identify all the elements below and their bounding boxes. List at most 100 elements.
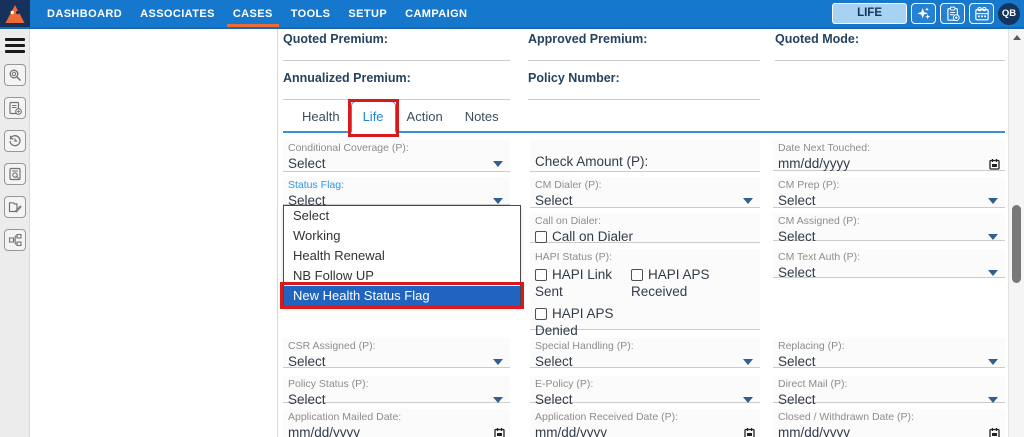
call-on-dialer-option[interactable]: Call on Dialer	[535, 228, 755, 245]
app-logo[interactable]	[0, 0, 30, 27]
field-status-flag[interactable]: Status Flag: Select	[283, 177, 510, 205]
field-policy-status[interactable]: Policy Status (P): Select	[283, 376, 510, 403]
chevron-down-icon[interactable]	[743, 397, 753, 403]
field-check-amount[interactable]: Check Amount (P):	[530, 140, 760, 172]
nav-item-campaign[interactable]: CAMPAIGN	[396, 0, 476, 27]
chevron-down-icon[interactable]	[493, 198, 503, 204]
checkbox[interactable]	[535, 308, 547, 320]
scrollbar-thumb[interactable]	[1012, 205, 1021, 283]
field-application-received-date[interactable]: Application Received Date (P): mm/dd/yyy…	[530, 409, 760, 437]
chevron-down-icon[interactable]	[988, 397, 998, 403]
field-label: Check Amount (P):	[535, 154, 648, 170]
chevron-down-icon[interactable]	[743, 359, 753, 365]
field-cm-assigned[interactable]: CM Assigned (P): Select	[773, 213, 1005, 241]
field-label: Application Received Date (P):	[535, 411, 755, 424]
nav-item-dashboard[interactable]: DASHBOARD	[38, 0, 131, 27]
chevron-down-icon[interactable]	[988, 234, 998, 240]
field-label: Quoted Premium:	[283, 32, 510, 46]
field-conditional-coverage[interactable]: Conditional Coverage (P): Select	[283, 140, 510, 172]
hapi-link-sent-option[interactable]: HAPI Link Sent	[535, 266, 623, 300]
add-document-button[interactable]	[4, 97, 26, 119]
calendar-button[interactable]	[969, 3, 994, 24]
nav-menu: DASHBOARD ASSOCIATES CASES TOOLS SETUP C…	[38, 0, 476, 27]
field-cm-prep[interactable]: CM Prep (P): Select	[773, 177, 1005, 208]
chevron-down-icon[interactable]	[493, 359, 503, 365]
field-label: E-Policy (P):	[535, 378, 755, 391]
calendar-picker-icon[interactable]	[744, 427, 755, 437]
chevron-down-icon[interactable]	[743, 198, 753, 204]
hapi-aps-denied-option[interactable]: HAPI APS Denied	[535, 305, 623, 339]
select-value: Select	[778, 229, 816, 245]
dropdown-option-select[interactable]: Select	[284, 206, 520, 226]
select-value: Select	[778, 265, 816, 281]
field-quoted-premium[interactable]: Quoted Premium:	[283, 30, 510, 61]
field-label: CM Text Auth (P):	[778, 251, 1000, 264]
tab-life-label: Life	[363, 109, 384, 124]
field-direct-mail[interactable]: Direct Mail (P): Select	[773, 376, 1005, 403]
field-label: Application Mailed Date:	[288, 411, 505, 424]
field-policy-number[interactable]: Policy Number:	[528, 69, 760, 100]
tab-notes[interactable]: Notes	[454, 102, 510, 131]
field-cm-text-auth[interactable]: CM Text Auth (P): Select	[773, 249, 1005, 278]
chevron-down-icon[interactable]	[493, 397, 503, 403]
new-note-button[interactable]	[940, 3, 965, 24]
chevron-down-icon[interactable]	[988, 198, 998, 204]
field-label: Special Handling (P):	[535, 340, 755, 353]
calendar-picker-icon[interactable]	[989, 158, 1000, 170]
calendar-picker-icon[interactable]	[494, 427, 505, 437]
field-label: Call on Dialer:	[535, 215, 755, 228]
nav-item-associates[interactable]: ASSOCIATES	[131, 0, 224, 27]
field-label: Direct Mail (P):	[778, 378, 1000, 391]
dropdown-option-new-health-status-flag[interactable]: New Health Status Flag	[284, 286, 520, 306]
checkbox[interactable]	[535, 231, 547, 243]
select-value: Select	[288, 354, 326, 370]
tab-health[interactable]: Health	[291, 102, 351, 131]
chevron-down-icon[interactable]	[988, 359, 998, 365]
field-cm-dialer[interactable]: CM Dialer (P): Select	[530, 177, 760, 208]
life-button[interactable]: LIFE	[832, 3, 907, 24]
file-edit-button[interactable]	[4, 196, 26, 218]
field-e-policy[interactable]: E-Policy (P): Select	[530, 376, 760, 403]
nav-item-cases-label: CASES	[233, 8, 273, 20]
chevron-down-icon[interactable]	[493, 161, 503, 167]
field-csr-assigned[interactable]: CSR Assigned (P): Select	[283, 338, 510, 368]
field-quoted-mode[interactable]: Quoted Mode:	[775, 30, 1005, 61]
field-hapi-status[interactable]: HAPI Status (P): HAPI Link Sent HAPI APS…	[530, 249, 760, 330]
panel-left-edge	[277, 29, 278, 437]
field-special-handling[interactable]: Special Handling (P): Select	[530, 338, 760, 368]
checkbox[interactable]	[535, 269, 547, 281]
field-annualized-premium[interactable]: Annualized Premium:	[283, 69, 510, 100]
chevron-down-icon[interactable]	[988, 270, 998, 276]
tab-action[interactable]: Action	[396, 102, 454, 131]
field-date-next-touched[interactable]: Date Next Touched: mm/dd/yyyy	[773, 140, 1005, 171]
nav-item-tools[interactable]: TOOLS	[282, 0, 340, 27]
hamburger-menu-icon[interactable]	[5, 38, 25, 53]
checkbox[interactable]	[631, 269, 643, 281]
sparkles-button[interactable]	[911, 3, 936, 24]
hapi-aps-received-option[interactable]: HAPI APS Received	[631, 266, 743, 300]
field-closed-withdrawn-date[interactable]: Closed / Withdrawn Date (P): mm/dd/yyyy	[773, 409, 1005, 437]
vertical-scrollbar[interactable]	[1008, 29, 1024, 437]
dropdown-option-working[interactable]: Working	[284, 226, 520, 246]
search-tool-button[interactable]	[4, 64, 26, 86]
field-approved-premium[interactable]: Approved Premium:	[528, 30, 760, 61]
field-call-on-dialer[interactable]: Call on Dialer: Call on Dialer	[530, 213, 760, 243]
nav-item-cases[interactable]: CASES	[224, 0, 282, 27]
dropdown-option-nb-follow-up[interactable]: NB Follow UP	[284, 266, 520, 286]
scroll-up-arrow-icon[interactable]	[1013, 35, 1021, 40]
field-label: Conditional Coverage (P):	[288, 142, 505, 155]
workflow-button[interactable]	[4, 229, 26, 251]
field-application-mailed-date[interactable]: Application Mailed Date: mm/dd/yyyy	[283, 409, 510, 437]
field-replacing[interactable]: Replacing (P): Select	[773, 338, 1005, 368]
nav-item-setup[interactable]: SETUP	[339, 0, 396, 27]
select-value: Select	[535, 193, 573, 209]
search-document-button[interactable]	[4, 163, 26, 185]
qb-avatar-badge[interactable]: QB	[998, 3, 1020, 25]
dropdown-option-health-renewal[interactable]: Health Renewal	[284, 246, 520, 266]
calendar-picker-icon[interactable]	[989, 427, 1000, 437]
field-label: CSR Assigned (P):	[288, 340, 505, 353]
field-label: Quoted Mode:	[775, 32, 1005, 46]
tab-life[interactable]: Life	[351, 101, 396, 133]
history-button[interactable]	[4, 130, 26, 152]
sparkles-icon	[916, 6, 932, 22]
